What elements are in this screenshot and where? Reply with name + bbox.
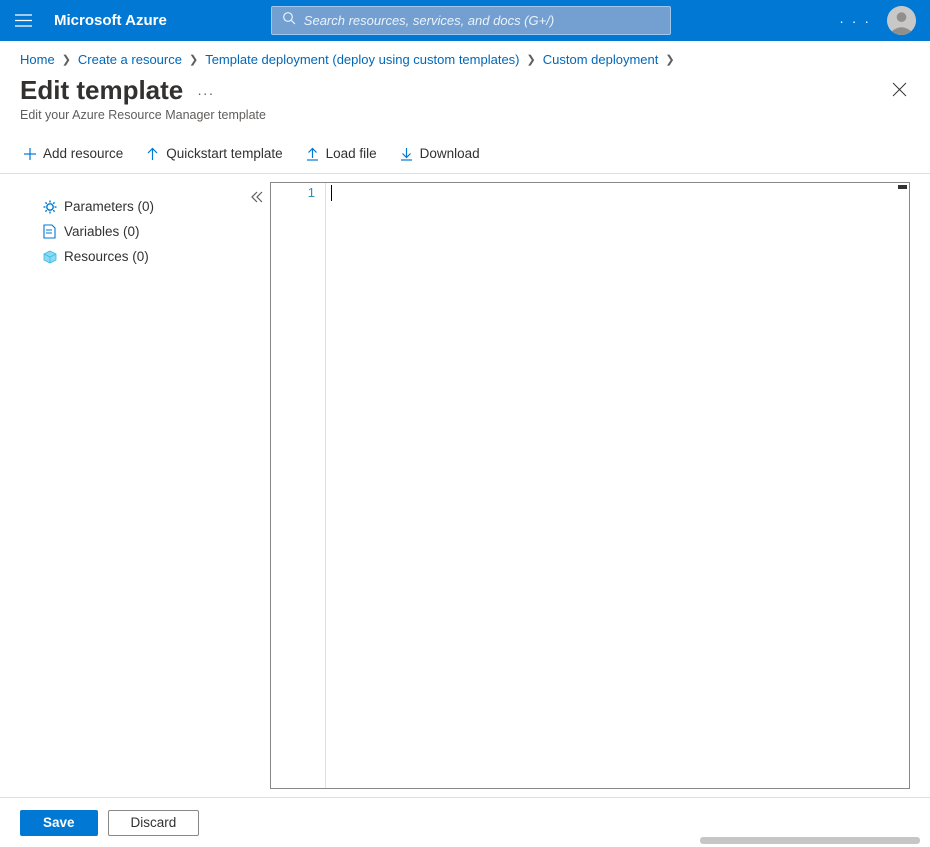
- breadcrumb-item-custom-deployment[interactable]: Custom deployment: [543, 52, 659, 67]
- chevron-right-icon: ❯: [665, 53, 674, 66]
- download-button[interactable]: Download: [397, 142, 482, 165]
- download-label: Download: [420, 146, 480, 161]
- breadcrumb-item-home[interactable]: Home: [20, 52, 55, 67]
- resources-icon: [42, 249, 57, 264]
- editor-gutter: 1: [271, 183, 326, 788]
- search-icon: [282, 11, 296, 30]
- chevron-right-icon: ❯: [62, 53, 71, 66]
- chevron-right-icon: ❯: [189, 53, 198, 66]
- load-file-label: Load file: [326, 146, 377, 161]
- arrow-up-icon: [145, 146, 160, 161]
- breadcrumb-item-create[interactable]: Create a resource: [78, 52, 182, 67]
- account-avatar[interactable]: [887, 6, 916, 35]
- code-editor[interactable]: 1: [270, 182, 910, 789]
- quickstart-template-button[interactable]: Quickstart template: [143, 142, 284, 165]
- menu-icon[interactable]: [14, 12, 32, 30]
- tree-item-variables[interactable]: Variables (0): [42, 219, 266, 244]
- plus-icon: [22, 146, 37, 161]
- global-search[interactable]: [271, 6, 671, 35]
- horizontal-scrollbar[interactable]: [700, 837, 920, 844]
- save-button[interactable]: Save: [20, 810, 98, 836]
- parameters-icon: [42, 199, 57, 214]
- editor-body[interactable]: [326, 183, 909, 788]
- close-button[interactable]: [892, 82, 910, 100]
- breadcrumb-item-template-deployment[interactable]: Template deployment (deploy using custom…: [205, 52, 519, 67]
- tree-item-label: Resources (0): [64, 249, 149, 264]
- page-subtitle: Edit your Azure Resource Manager templat…: [0, 108, 930, 134]
- quickstart-label: Quickstart template: [166, 146, 282, 161]
- save-label: Save: [43, 815, 75, 830]
- text-cursor: [331, 185, 332, 201]
- tree-item-label: Variables (0): [64, 224, 140, 239]
- collapse-pane-icon[interactable]: [250, 190, 264, 207]
- tree-item-parameters[interactable]: Parameters (0): [42, 194, 266, 219]
- topbar: Microsoft Azure · · ·: [0, 0, 930, 41]
- download-icon: [399, 146, 414, 161]
- line-number: 1: [281, 185, 315, 200]
- load-file-button[interactable]: Load file: [303, 142, 379, 165]
- chevron-right-icon: ❯: [527, 53, 536, 66]
- add-resource-button[interactable]: Add resource: [20, 142, 125, 165]
- variables-icon: [42, 224, 57, 239]
- title-more-icon[interactable]: ···: [197, 85, 214, 101]
- minimap-marker: [898, 185, 907, 189]
- tree-item-label: Parameters (0): [64, 199, 154, 214]
- upload-icon: [305, 146, 320, 161]
- action-toolbar: Add resource Quickstart template Load fi…: [0, 134, 930, 174]
- add-resource-label: Add resource: [43, 146, 123, 161]
- discard-label: Discard: [131, 815, 177, 830]
- title-row: Edit template ···: [0, 67, 930, 108]
- page-title: Edit template: [20, 75, 183, 106]
- discard-button[interactable]: Discard: [108, 810, 200, 836]
- resource-tree: Parameters (0) Variables (0) Resources (…: [20, 182, 270, 789]
- brand-label: Microsoft Azure: [54, 12, 167, 29]
- tree-item-resources[interactable]: Resources (0): [42, 244, 266, 269]
- breadcrumb: Home ❯ Create a resource ❯ Template depl…: [0, 41, 930, 67]
- main-area: Parameters (0) Variables (0) Resources (…: [0, 174, 930, 797]
- topbar-more-icon[interactable]: · · ·: [839, 13, 871, 29]
- search-input[interactable]: [304, 13, 660, 28]
